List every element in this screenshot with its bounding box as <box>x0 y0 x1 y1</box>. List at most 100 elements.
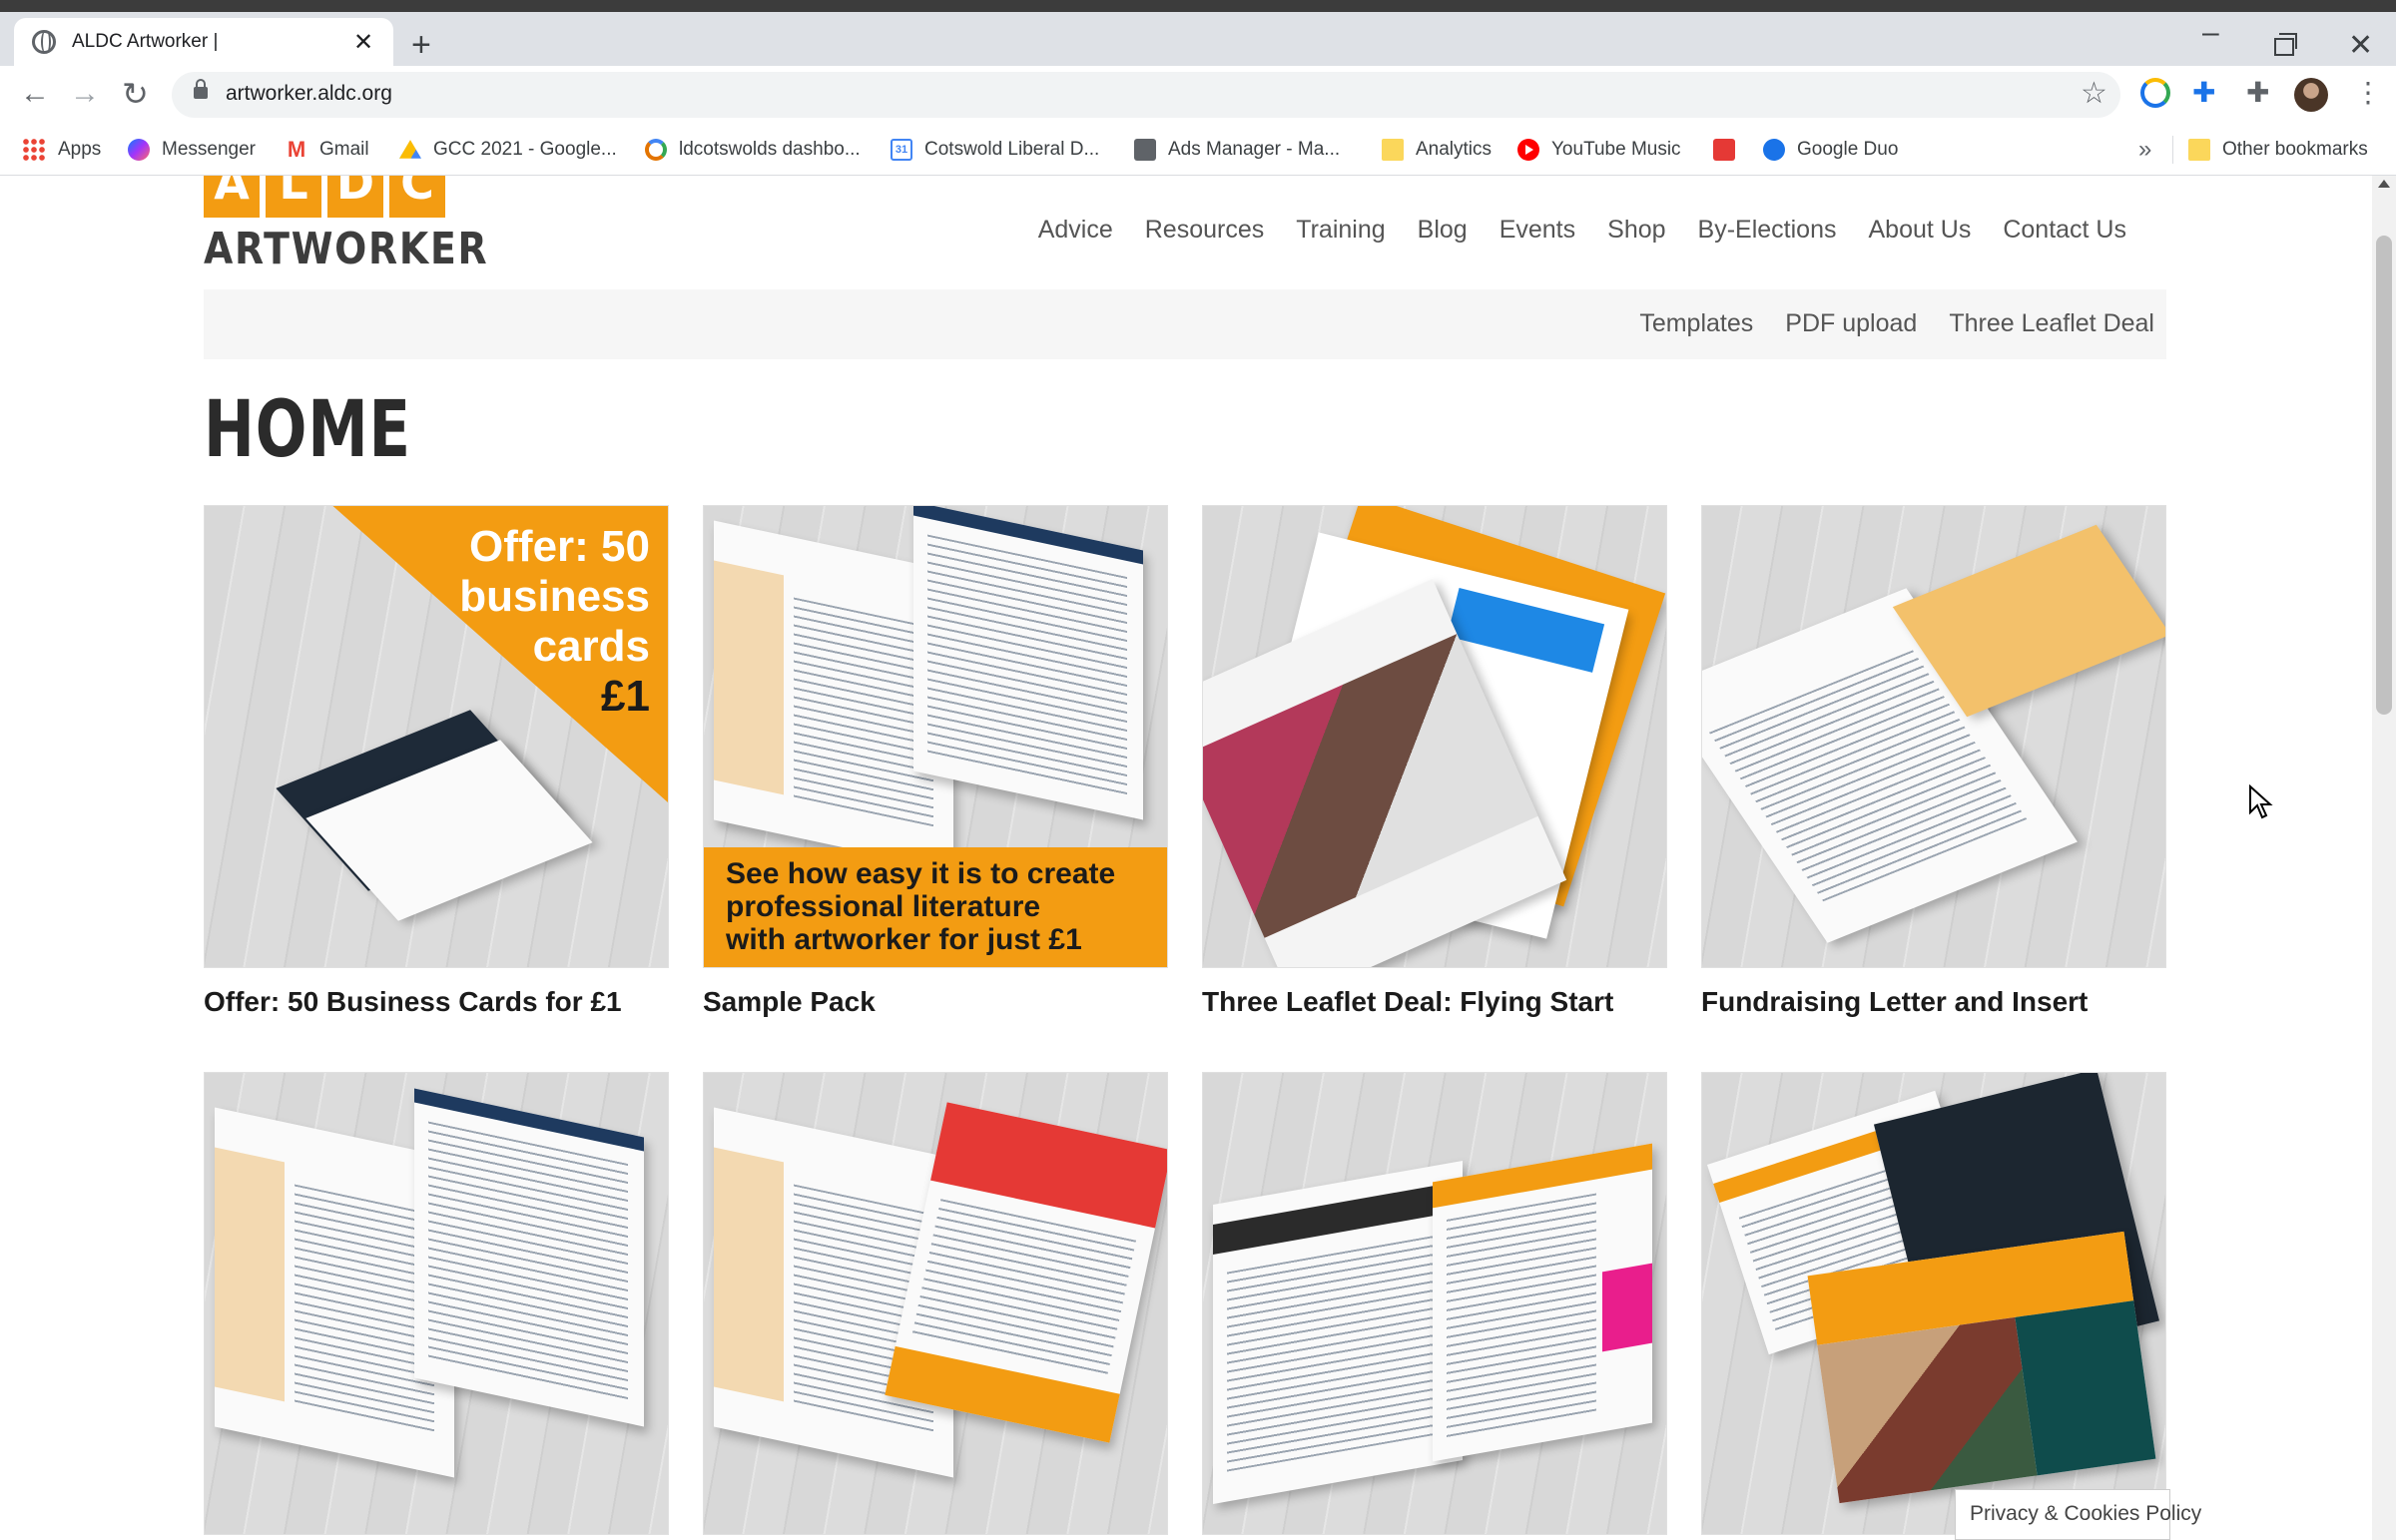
cursor-arrow-icon <box>2249 784 2273 819</box>
bookmark-cotswold-liberal[interactable]: 31 Cotswold Liberal D... <box>891 132 1099 168</box>
bookmark-apps[interactable]: Apps <box>22 132 101 168</box>
back-button[interactable]: ← <box>20 78 50 110</box>
product-card-business-cards[interactable]: Offer: 50 business cards £1 Offer: 50 Bu… <box>204 505 669 1018</box>
product-card-fundraising-letter[interactable]: Fundraising Letter and Insert <box>1701 505 2166 1018</box>
product-title[interactable]: Fundraising Letter and Insert <box>1701 986 2166 1018</box>
reload-button[interactable]: ↻ <box>122 78 149 110</box>
nav-resources[interactable]: Resources <box>1145 216 1265 245</box>
browser-tab[interactable]: ALDC Artworker | ✕ <box>14 18 393 66</box>
survey-text <box>428 1121 628 1404</box>
nav-shop[interactable]: Shop <box>1607 216 1665 245</box>
scrollbar-thumb[interactable] <box>2376 236 2392 715</box>
product-image[interactable] <box>703 1072 1168 1535</box>
logo-letter-blocks: A L D C <box>204 176 445 218</box>
tab-title: ALDC Artworker | <box>72 31 219 52</box>
globe-icon <box>32 30 56 54</box>
survey-sheet <box>414 1088 644 1427</box>
gmail-icon: M <box>287 137 306 162</box>
logo-letter: A <box>204 176 260 218</box>
browser-toolbar: ← → ↻ artworker.aldc.org ☆ ✚ ✚ ⋮ <box>0 66 2396 124</box>
site-logo[interactable]: A L D C ARTWORKER <box>204 176 487 273</box>
scroll-up-arrow[interactable] <box>2378 180 2390 188</box>
close-window-button[interactable]: ✕ <box>2348 28 2373 63</box>
privacy-cookies-link[interactable]: Privacy & Cookies Policy <box>1955 1489 2201 1540</box>
nav-contact-us[interactable]: Contact Us <box>2003 216 2126 245</box>
bookmark-ldcotswolds[interactable]: ldcotswolds dashbo... <box>645 132 861 168</box>
product-image[interactable] <box>204 1072 669 1535</box>
nav-training[interactable]: Training <box>1296 216 1385 245</box>
letter-sidebar <box>714 1147 784 1402</box>
bookmark-analytics[interactable]: Analytics <box>1382 132 1492 168</box>
offer-text: Offer: 50 business cards £1 <box>459 522 650 722</box>
extension-ring-icon[interactable] <box>2140 78 2170 108</box>
lock-icon[interactable] <box>194 79 208 99</box>
close-tab-icon[interactable]: ✕ <box>349 28 377 57</box>
nav-advice[interactable]: Advice <box>1038 216 1113 245</box>
product-title[interactable]: Sample Pack <box>703 986 1168 1018</box>
url-text[interactable]: artworker.aldc.org <box>226 82 392 106</box>
bookmark-star-icon[interactable]: ☆ <box>2081 76 2107 111</box>
minimize-button[interactable]: – <box>2202 16 2219 50</box>
banner-line: with artworker for just £1 <box>726 923 1082 956</box>
product-image[interactable]: See how easy it is to create professiona… <box>703 505 1168 968</box>
nav-events[interactable]: Events <box>1499 216 1575 245</box>
letter-sidebar <box>215 1147 285 1402</box>
product-title[interactable]: Offer: 50 Business Cards for £1 <box>204 986 669 1018</box>
bookmark-gmail[interactable]: M Gmail <box>286 132 369 168</box>
product-card[interactable] <box>1701 1072 2166 1535</box>
restore-button[interactable] <box>2274 33 2297 56</box>
product-card[interactable] <box>1202 1072 1667 1535</box>
bookmarks-bar: Apps Messenger M Gmail GCC 2021 - Google… <box>0 124 2396 176</box>
bookmark-youtube-music[interactable]: YouTube Music <box>1517 132 1681 168</box>
address-bar[interactable]: artworker.aldc.org ☆ <box>172 72 2120 118</box>
product-image[interactable] <box>1701 505 2166 968</box>
window-top-strip <box>0 0 2396 12</box>
browser-menu-icon[interactable]: ⋮ <box>2354 78 2382 108</box>
letter-text <box>295 1184 434 1434</box>
drive-icon <box>399 140 421 159</box>
product-image[interactable]: Offer: 50 business cards £1 <box>204 505 669 968</box>
subnav-pdf-upload[interactable]: PDF upload <box>1785 309 1917 338</box>
survey-text <box>927 534 1127 797</box>
logo-letter: C <box>389 176 445 218</box>
forward-button[interactable]: → <box>70 78 100 110</box>
product-card-sample-pack[interactable]: See how easy it is to create professiona… <box>703 505 1168 1018</box>
bookmark-label: Analytics <box>1416 139 1493 160</box>
bookmark-red[interactable] <box>1713 132 1747 168</box>
card-teal-panel <box>2015 1300 2156 1476</box>
nav-about-us[interactable]: About Us <box>1868 216 1971 245</box>
bookmark-label: YouTube Music <box>1551 139 1681 160</box>
letter-sidebar <box>714 560 784 795</box>
bookmark-label: Other bookmarks <box>2222 139 2368 160</box>
more-bookmarks-button[interactable]: » <box>2138 136 2151 164</box>
leaflet-text <box>911 1199 1137 1377</box>
bookmark-messenger[interactable]: Messenger <box>128 132 256 168</box>
red-bookmark-icon <box>1713 139 1735 161</box>
product-card[interactable] <box>703 1072 1168 1535</box>
product-card[interactable] <box>204 1072 669 1535</box>
subnav-templates[interactable]: Templates <box>1639 309 1753 338</box>
product-image[interactable] <box>1701 1072 2166 1535</box>
bookmark-ads-manager[interactable]: Ads Manager - Ma... <box>1134 132 1340 168</box>
extension-puzzle-blue-icon[interactable]: ✚ <box>2192 78 2222 108</box>
bookmark-label: Cotswold Liberal D... <box>924 139 1100 160</box>
survey-sheet-left <box>1213 1160 1463 1505</box>
nav-blog[interactable]: Blog <box>1418 216 1468 245</box>
product-title[interactable]: Three Leaflet Deal: Flying Start <box>1202 986 1667 1018</box>
calendar-icon: 31 <box>891 139 912 161</box>
subnav-three-leaflet-deal[interactable]: Three Leaflet Deal <box>1949 309 2154 338</box>
logo-letter: L <box>266 176 321 218</box>
product-image[interactable] <box>1202 1072 1667 1535</box>
product-card-three-leaflet-deal[interactable]: Three Leaflet Deal: Flying Start <box>1202 505 1667 1018</box>
extensions-puzzle-icon[interactable]: ✚ <box>2246 78 2276 108</box>
product-image[interactable] <box>1202 505 1667 968</box>
new-tab-button[interactable]: + <box>411 28 431 62</box>
page-scrollbar[interactable] <box>2372 176 2396 1540</box>
letter-text <box>794 597 933 827</box>
bookmark-label: Google Duo <box>1797 139 1899 160</box>
bookmark-google-duo[interactable]: Google Duo <box>1763 132 1898 168</box>
profile-avatar[interactable] <box>2294 78 2328 112</box>
bookmark-other-bookmarks[interactable]: Other bookmarks <box>2188 132 2368 168</box>
nav-by-elections[interactable]: By-Elections <box>1698 216 1837 245</box>
bookmark-gcc-2021[interactable]: GCC 2021 - Google... <box>399 132 617 168</box>
